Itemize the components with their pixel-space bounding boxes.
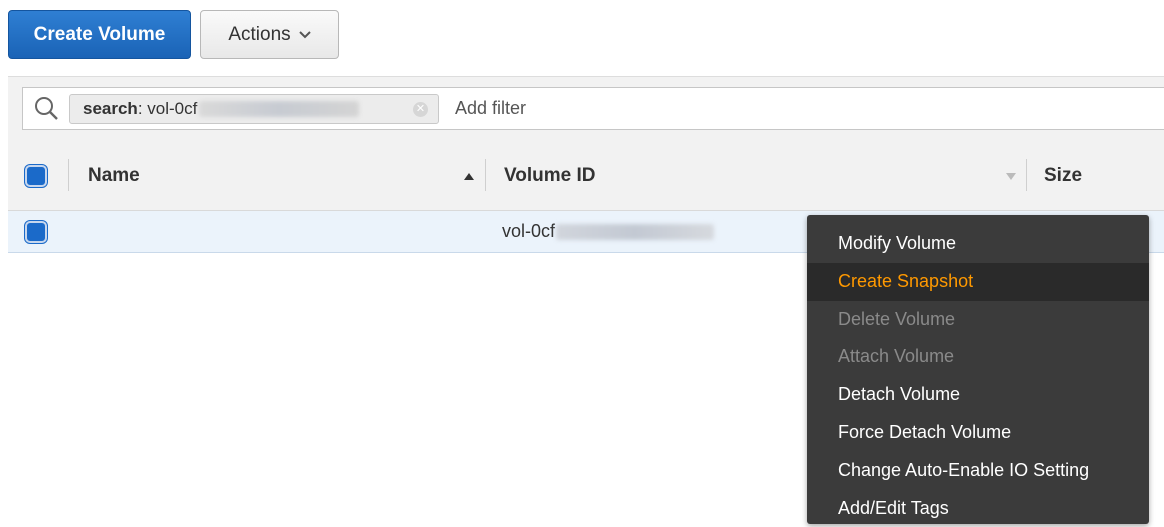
token-value: : vol-0cf [137, 99, 198, 118]
actions-button[interactable]: Actions [200, 10, 339, 59]
menu-item-change-auto-enable-io[interactable]: Change Auto-Enable IO Setting [807, 452, 1149, 490]
sort-descending-icon[interactable] [1006, 173, 1016, 180]
clear-token-icon[interactable]: ✕ [413, 102, 428, 117]
volume-id-cell: vol-0cf [502, 211, 715, 252]
chevron-down-icon [298, 30, 311, 38]
menu-item-attach-volume: Attach Volume [838, 346, 955, 367]
sort-ascending-icon[interactable] [464, 173, 474, 180]
menu-item-detach-volume[interactable]: Detach Volume [807, 376, 1149, 414]
column-header-size[interactable]: Size [1044, 142, 1082, 210]
search-token[interactable]: search : vol-0cf ✕ [69, 94, 439, 124]
column-divider[interactable] [1026, 159, 1027, 191]
redacted-value [556, 224, 715, 241]
table-header: Name Volume ID Size [8, 142, 1164, 211]
column-header-volume-id[interactable]: Volume ID [504, 142, 596, 210]
column-divider[interactable] [485, 159, 486, 191]
column-header-name[interactable]: Name [88, 142, 140, 210]
menu-item-create-snapshot[interactable]: Create Snapshot [807, 262, 1149, 301]
filter-area: search : vol-0cf ✕ Add filter [8, 76, 1164, 142]
create-volume-button[interactable]: Create Volume [8, 10, 191, 59]
row-checkbox[interactable] [25, 221, 47, 243]
menu-item-force-detach-volume[interactable]: Force Detach Volume [807, 414, 1149, 452]
actions-context-menu: Modify Volume Create Snapshot Delete Vol… [807, 215, 1149, 524]
search-icon [35, 97, 58, 120]
menu-item-modify-volume[interactable]: Modify Volume [807, 225, 1149, 263]
add-filter-input[interactable]: Add filter [455, 88, 526, 129]
menu-item-add-edit-tags[interactable]: Add/Edit Tags [807, 490, 1149, 527]
search-filter-box[interactable]: search : vol-0cf ✕ Add filter [22, 87, 1164, 130]
column-divider[interactable] [68, 159, 69, 191]
menu-item-delete-volume: Delete Volume [838, 308, 956, 329]
redacted-value [199, 101, 360, 117]
actions-label: Actions [228, 23, 291, 45]
token-key: search [83, 99, 138, 118]
select-all-checkbox[interactable] [25, 165, 47, 187]
volume-id-text: vol-0cf [502, 221, 556, 241]
